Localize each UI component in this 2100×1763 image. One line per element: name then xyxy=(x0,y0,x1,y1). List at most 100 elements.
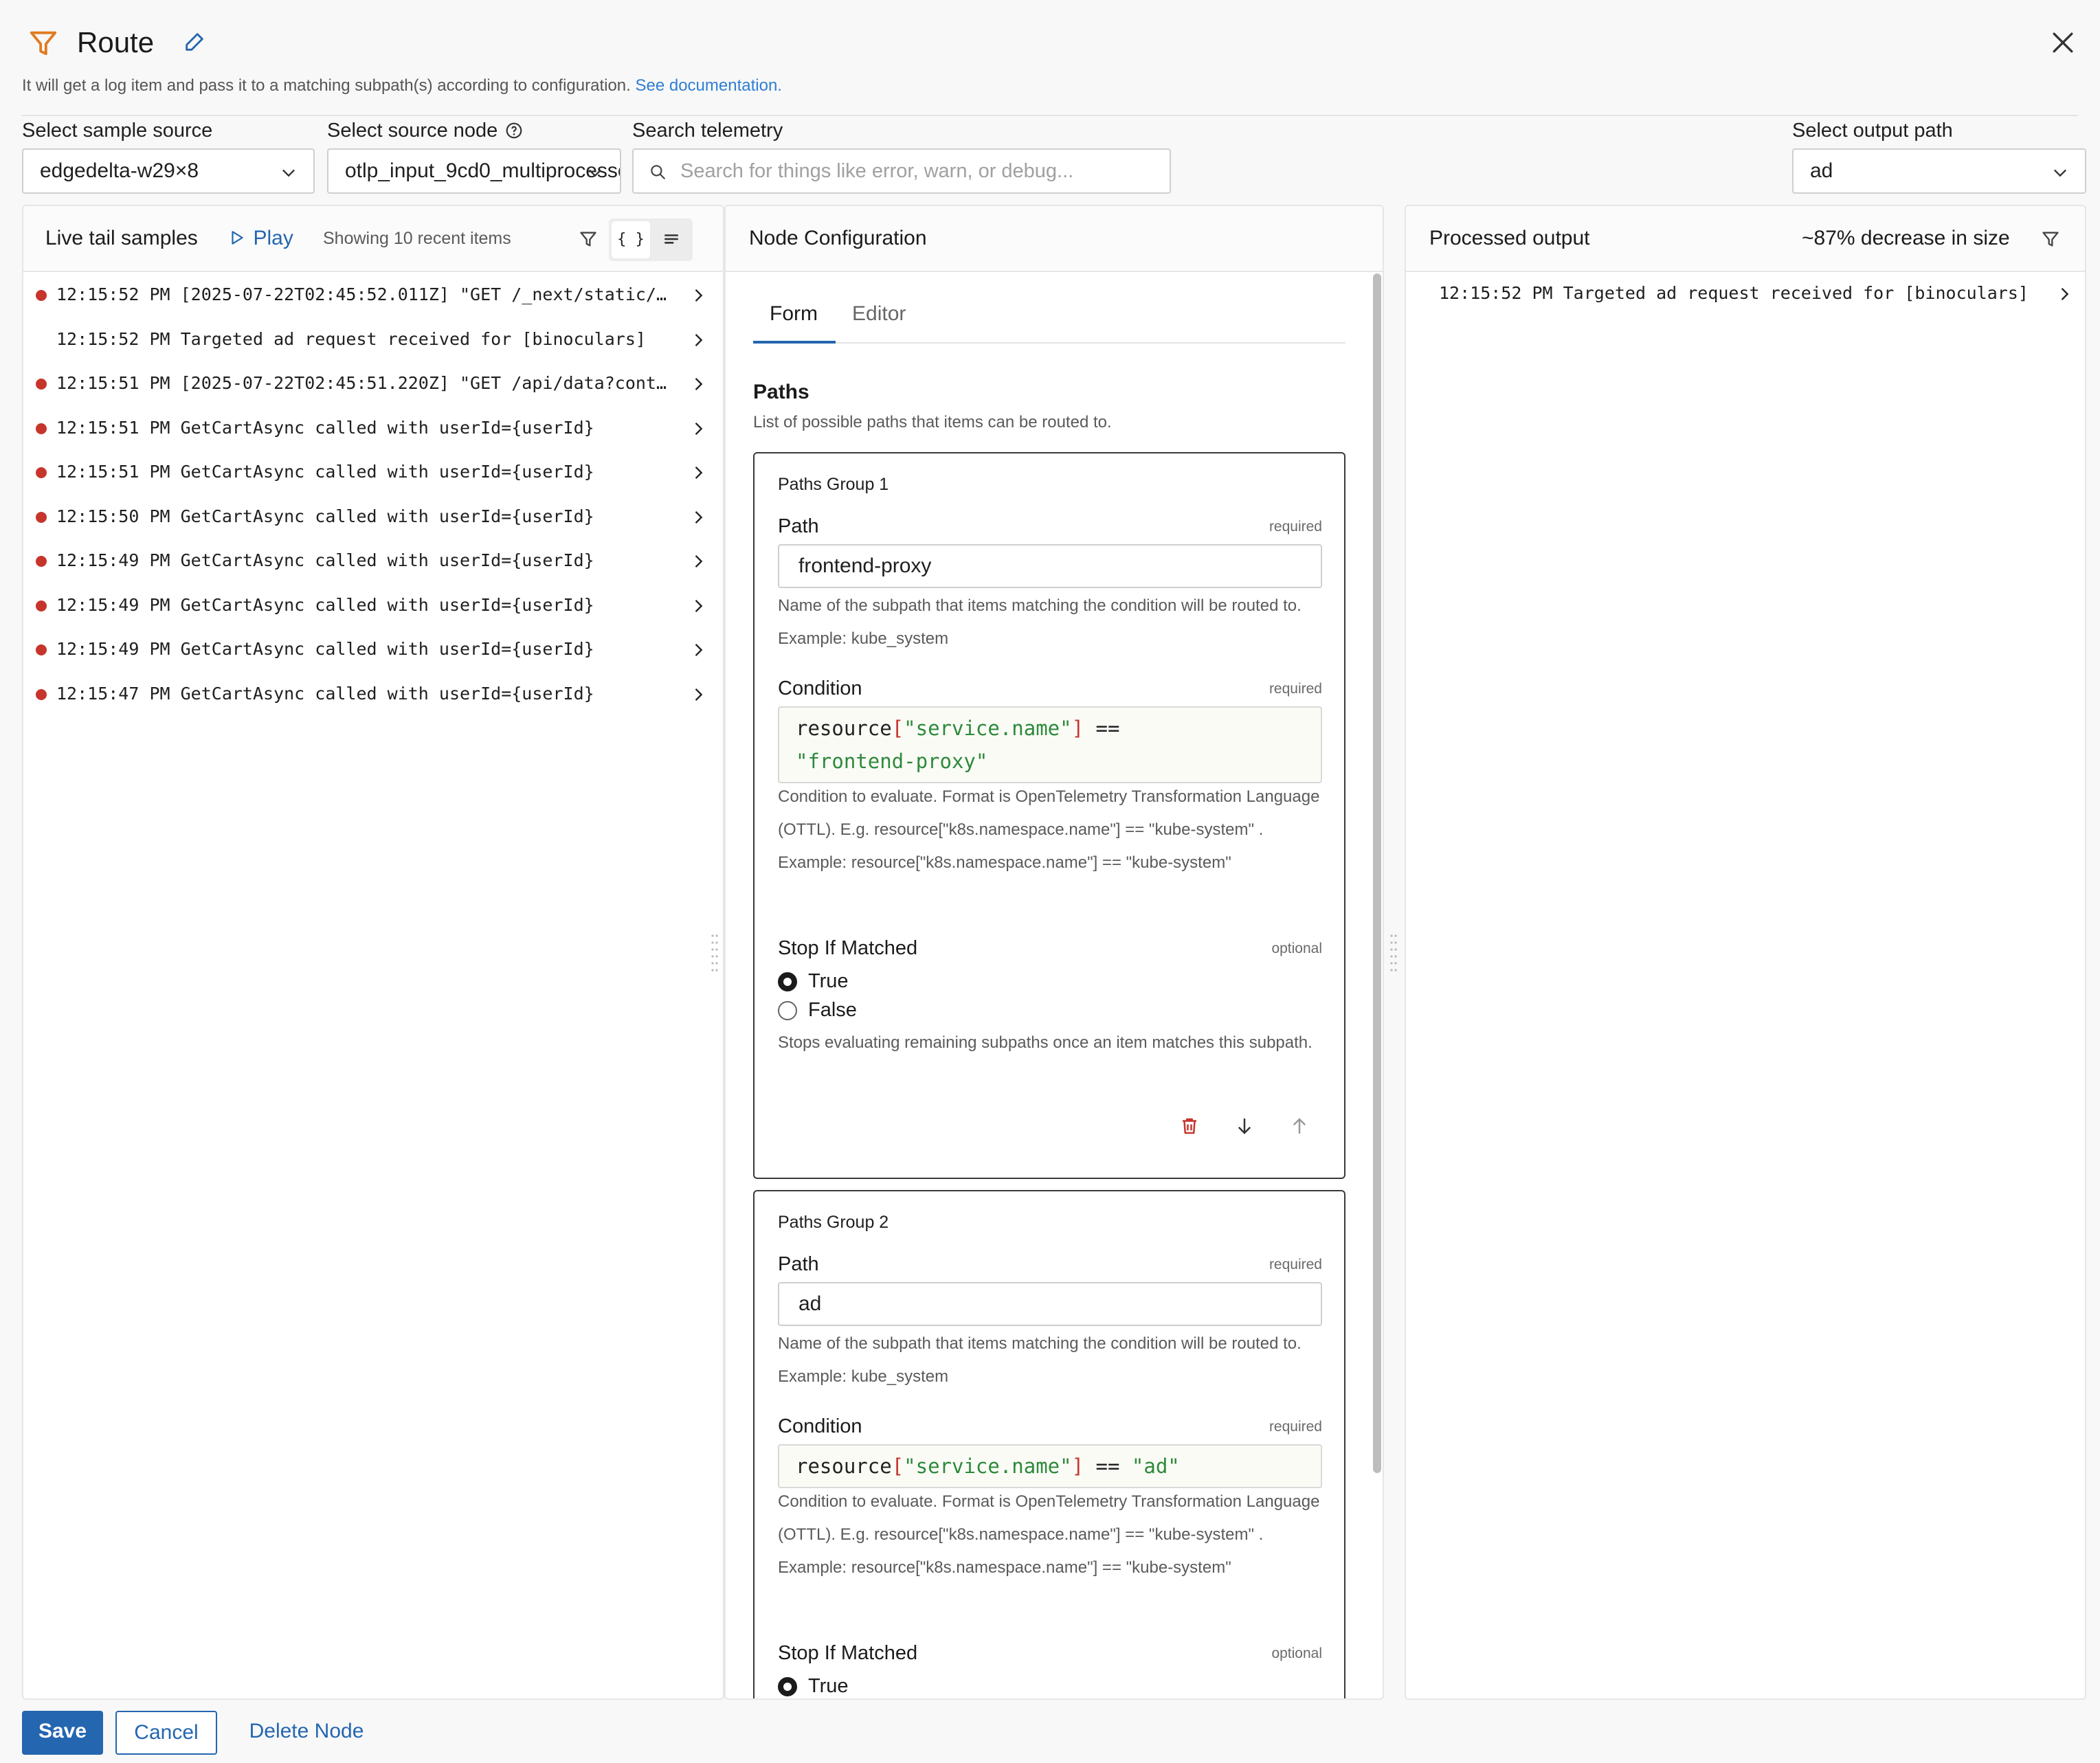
close-icon[interactable] xyxy=(2048,27,2078,58)
path-help: Name of the subpath that items matching … xyxy=(778,596,1302,648)
processed-output-panel: Processed output ~87% decrease in size 1… xyxy=(1405,205,2086,1700)
processed-row[interactable]: 12:15:52 PM Targeted ad request received… xyxy=(1406,272,2085,316)
delete-node-button[interactable]: Delete Node xyxy=(232,1711,381,1755)
trash-icon[interactable] xyxy=(1179,1116,1200,1136)
code-token: == xyxy=(1084,717,1132,740)
code-token: resource xyxy=(796,1455,892,1478)
documentation-link[interactable]: See documentation. xyxy=(635,76,781,95)
log-row[interactable]: 12:15:47 PM GetCartAsync called with use… xyxy=(23,673,723,717)
node-config-title: Node Configuration xyxy=(749,227,927,249)
path-help: Name of the subpath that items matching … xyxy=(778,1334,1302,1386)
edit-pencil-icon[interactable] xyxy=(183,30,206,54)
save-button[interactable]: Save xyxy=(22,1711,103,1755)
path-label: Path xyxy=(778,1253,819,1275)
sample-source-select[interactable]: edgedelta-w29×8 xyxy=(22,148,315,194)
log-text: 12:15:52 PM Targeted ad request received… xyxy=(56,328,646,349)
paths-group-2: Paths Group 2 Path required ad Name of t… xyxy=(753,1190,1345,1698)
log-row[interactable]: 12:15:51 PM GetCartAsync called with use… xyxy=(23,451,723,495)
help-circle-icon[interactable] xyxy=(505,122,523,139)
log-row[interactable]: 12:15:52 PM [2025-07-22T02:45:52.011Z] "… xyxy=(23,273,723,317)
path-input[interactable]: frontend-proxy xyxy=(778,544,1322,588)
radio-indicator xyxy=(778,1001,797,1020)
log-row[interactable]: 12:15:51 PM [2025-07-22T02:45:51.220Z] "… xyxy=(23,362,723,406)
condition-help: Condition to evaluate. Format is OpenTel… xyxy=(778,787,1320,872)
lines-icon xyxy=(664,234,678,244)
code-token: resource xyxy=(796,717,892,740)
code-token: "service.name" xyxy=(904,717,1072,740)
log-row[interactable]: 12:15:51 PM GetCartAsync called with use… xyxy=(23,407,723,451)
live-tail-title: Live tail samples xyxy=(45,227,198,249)
tab-form[interactable]: Form xyxy=(770,300,818,328)
json-view-button[interactable]: { } xyxy=(612,221,650,258)
header-divider xyxy=(22,115,2078,116)
braces-icon: { } xyxy=(617,231,645,248)
tab-editor[interactable]: Editor xyxy=(852,300,906,328)
search-input[interactable]: Search for things like error, warn, or d… xyxy=(632,148,1171,194)
condition-editor[interactable]: resource["service.name"] == "ad" xyxy=(778,1444,1322,1488)
cancel-button[interactable]: Cancel xyxy=(115,1711,217,1755)
condition-label: Condition xyxy=(778,677,862,699)
condition-help: Condition to evaluate. Format is OpenTel… xyxy=(778,1492,1320,1577)
funnel-icon xyxy=(27,27,59,59)
live-tail-header: Live tail samples Play Showing 10 recent… xyxy=(23,206,723,272)
text-view-button[interactable] xyxy=(662,231,680,249)
resize-handle-left[interactable] xyxy=(711,932,719,973)
filter-icon[interactable] xyxy=(579,229,598,249)
log-row[interactable]: 12:15:49 PM GetCartAsync called with use… xyxy=(23,539,723,583)
sample-source-label: Select sample source xyxy=(22,120,213,142)
processed-row-text: 12:15:52 PM Targeted ad request received… xyxy=(1439,283,2029,303)
radio-label: True xyxy=(808,1675,849,1697)
play-button[interactable]: Play xyxy=(228,224,293,253)
log-row[interactable]: 12:15:49 PM GetCartAsync called with use… xyxy=(23,584,723,628)
output-path-label: Select output path xyxy=(1792,120,1953,142)
log-row[interactable]: 12:15:52 PM Targeted ad request received… xyxy=(23,318,723,362)
error-dot-icon xyxy=(36,290,47,301)
output-path-select[interactable]: ad xyxy=(1792,148,2086,194)
log-row[interactable]: 12:15:50 PM GetCartAsync called with use… xyxy=(23,495,723,539)
log-text: 12:15:50 PM GetCartAsync called with use… xyxy=(56,506,594,526)
log-text: 12:15:49 PM GetCartAsync called with use… xyxy=(56,550,594,570)
search-placeholder: Search for things like error, warn, or d… xyxy=(680,160,1074,182)
chevron-right-icon xyxy=(689,640,708,660)
resize-handle-right[interactable] xyxy=(1389,932,1398,973)
chevron-right-icon xyxy=(689,330,708,350)
path-label: Path xyxy=(778,515,819,537)
path-input[interactable]: ad xyxy=(778,1282,1322,1326)
code-token: [ xyxy=(891,717,904,740)
condition-editor[interactable]: resource["service.name"] == "frontend-pr… xyxy=(778,706,1322,783)
source-node-select[interactable]: otlp_input_9cd0_multiprocessor xyxy=(327,148,621,194)
log-text: 12:15:52 PM [2025-07-22T02:45:52.011Z] "… xyxy=(56,284,675,304)
filter-icon[interactable] xyxy=(2041,229,2060,249)
scrollbar-thumb[interactable] xyxy=(1373,273,1381,1473)
code-token: "service.name" xyxy=(904,1455,1072,1478)
tab-underline-track xyxy=(753,342,1345,344)
chevron-right-icon xyxy=(689,685,708,704)
paths-title: Paths xyxy=(753,381,809,403)
play-icon xyxy=(232,231,243,245)
arrow-up-icon[interactable] xyxy=(1289,1116,1310,1136)
radio-label: False xyxy=(808,999,857,1021)
output-path-value: ad xyxy=(1810,159,1833,182)
error-dot-icon xyxy=(36,467,47,478)
sample-source-value: edgedelta-w29×8 xyxy=(40,159,199,182)
radio-indicator xyxy=(778,1677,797,1696)
chevron-down-icon xyxy=(2054,169,2066,177)
group-title: Paths Group 2 xyxy=(778,1213,889,1232)
chevron-down-icon xyxy=(589,169,601,177)
group-title: Paths Group 1 xyxy=(778,475,889,494)
live-tail-panel: Live tail samples Play Showing 10 recent… xyxy=(22,205,724,1700)
path-value: ad xyxy=(798,1292,822,1315)
error-dot-icon xyxy=(36,423,47,434)
path-value: frontend-proxy xyxy=(798,554,932,577)
chevron-right-icon xyxy=(689,419,708,438)
log-row[interactable]: 12:15:49 PM GetCartAsync called with use… xyxy=(23,628,723,672)
arrow-down-icon[interactable] xyxy=(1234,1116,1255,1136)
optional-badge: optional xyxy=(1271,1646,1322,1661)
log-text: 12:15:49 PM GetCartAsync called with use… xyxy=(56,639,594,659)
chevron-right-icon xyxy=(689,374,708,394)
search-icon xyxy=(651,165,665,179)
paths-description: List of possible paths that items can be… xyxy=(753,413,1112,431)
radio-label: True xyxy=(808,970,849,992)
error-dot-icon xyxy=(36,379,47,390)
log-text: 12:15:51 PM GetCartAsync called with use… xyxy=(56,417,594,438)
